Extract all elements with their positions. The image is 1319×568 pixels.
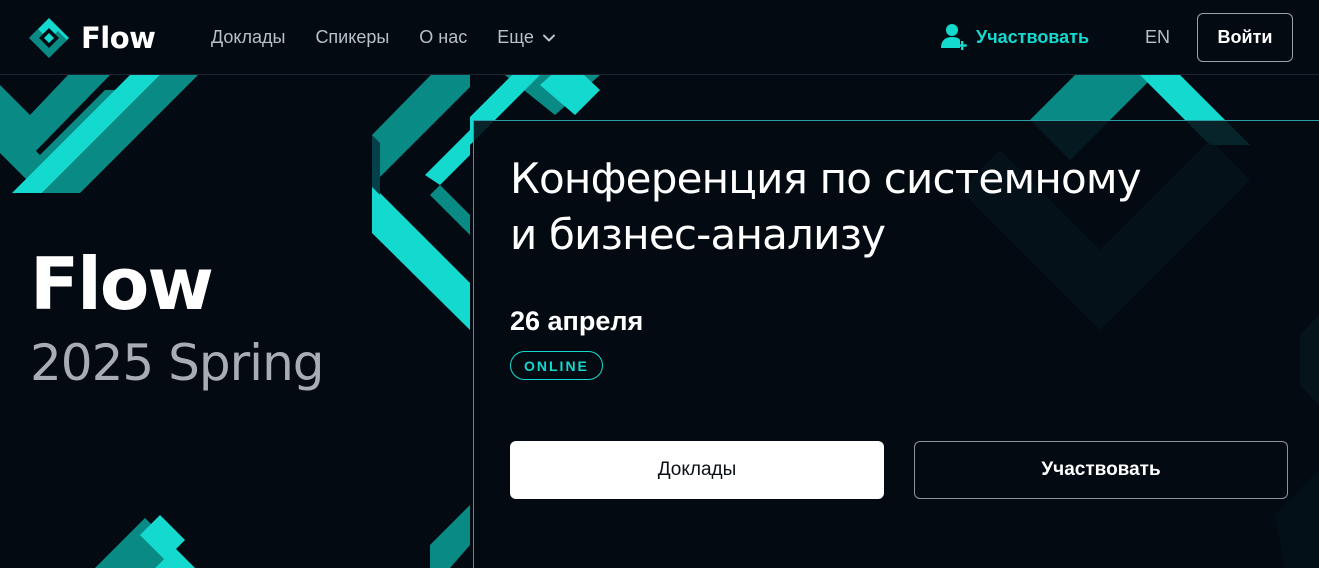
- event-date: 26 апреля: [510, 306, 644, 336]
- participate-button[interactable]: Участвовать: [914, 441, 1288, 499]
- participate-link[interactable]: Участвовать: [940, 22, 1089, 52]
- conference-title: Конференция по системному и бизнес-анали…: [510, 151, 1210, 263]
- conference-title-line-2: и бизнес-анализу: [510, 210, 886, 259]
- flow-logo-icon: [29, 18, 69, 58]
- nav-item-label: Спикеры: [315, 27, 390, 47]
- participate-label: Участвовать: [976, 26, 1090, 47]
- main-nav: Доклады Спикеры О нас Еще: [211, 27, 586, 48]
- brand-subtitle: 2025 Spring: [30, 334, 324, 392]
- nav-item-about[interactable]: О нас: [419, 27, 467, 48]
- nav-item-label: О нас: [419, 27, 468, 47]
- site-header: Flow Доклады Спикеры О нас Еще Участвова…: [0, 0, 1319, 75]
- logo[interactable]: Flow: [27, 16, 156, 60]
- chevron-down-icon: [542, 34, 555, 41]
- nav-item-label: Доклады: [211, 27, 286, 47]
- nav-item-talks[interactable]: Доклады: [211, 27, 285, 48]
- brand-title: Flow: [30, 242, 214, 326]
- user-add-icon: [941, 24, 967, 50]
- hero-card: Конференция по системному и бизнес-анали…: [473, 120, 1319, 568]
- language-switch[interactable]: EN: [1145, 27, 1170, 48]
- talks-button[interactable]: Доклады: [510, 441, 884, 499]
- logo-text: Flow: [81, 21, 156, 55]
- format-badge: ONLINE: [510, 351, 603, 380]
- nav-item-speakers[interactable]: Спикеры: [315, 27, 389, 48]
- nav-item-label: Еще: [497, 27, 534, 47]
- conference-title-line-1: Конференция по системному: [510, 154, 1142, 203]
- nav-item-more-dropdown[interactable]: Еще: [497, 27, 556, 48]
- login-button[interactable]: Войти: [1197, 13, 1293, 62]
